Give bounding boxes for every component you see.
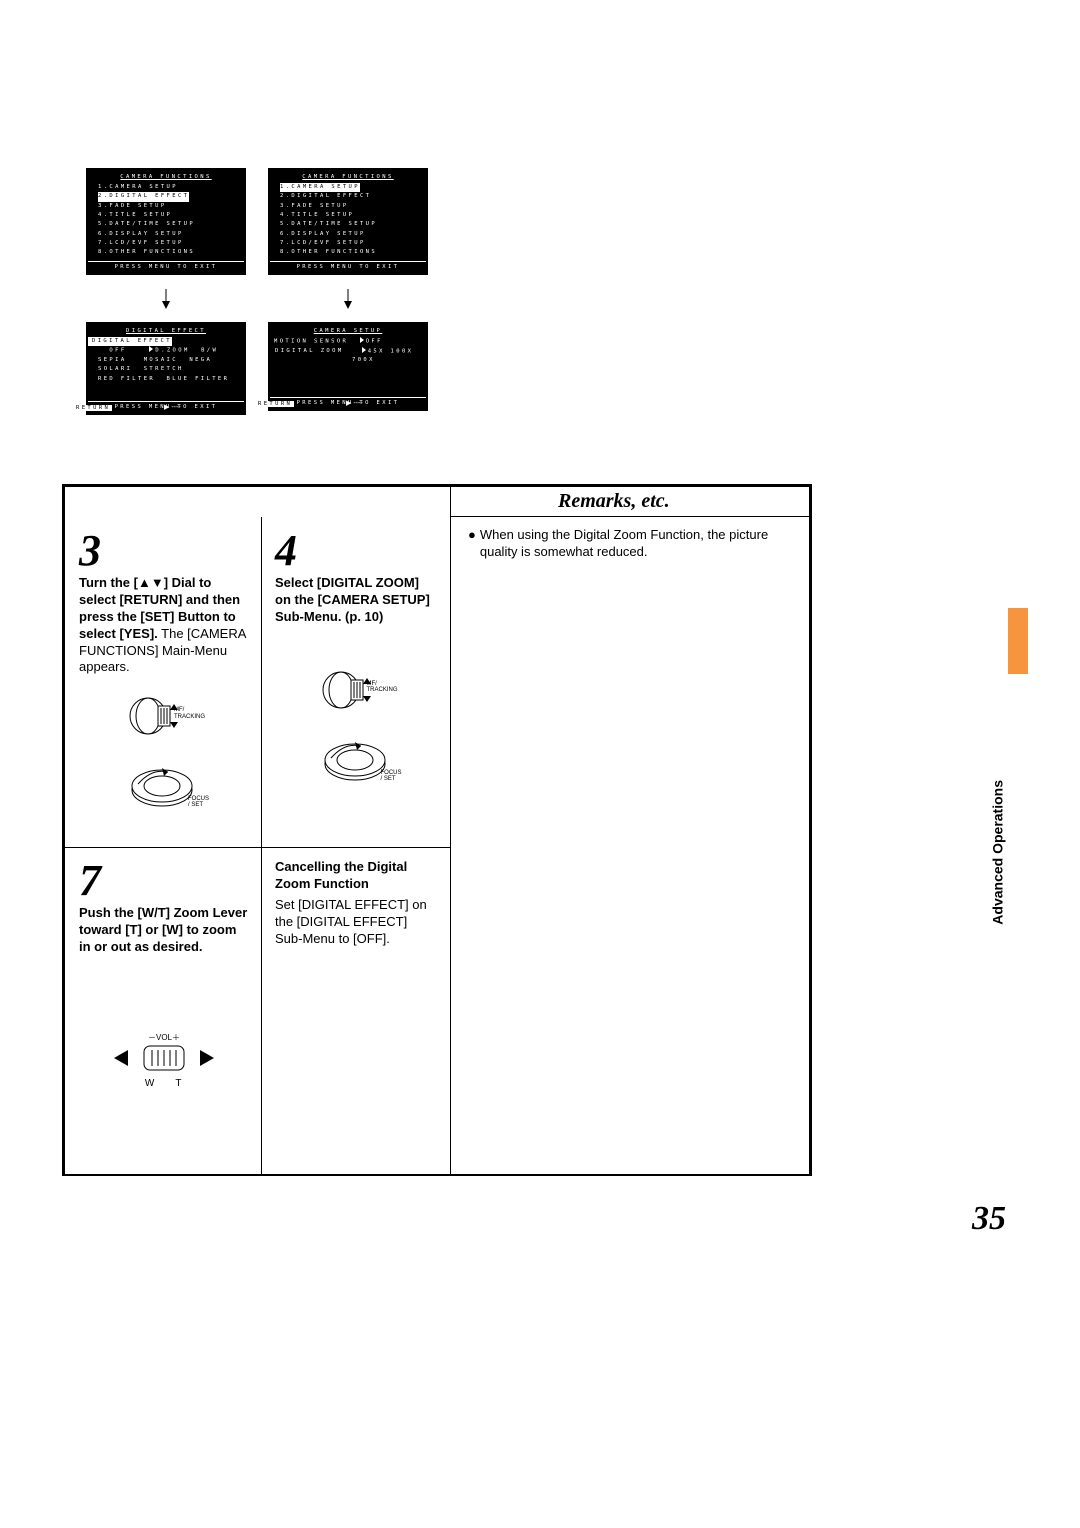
- step-number: 4: [275, 529, 438, 573]
- step-text: Turn the [▲▼] Dial to select [RETURN] an…: [79, 575, 249, 676]
- menu-line: 5.DATE/TIME SETUP: [280, 220, 426, 229]
- remarks-title: Remarks, etc.: [558, 490, 670, 513]
- cancel-body: Set [DIGITAL EFFECT] on the [DIGITAL EFF…: [275, 897, 438, 948]
- screen-left-bottom-wrap: DIGITAL EFFECT DIGITAL EFFECT OFF D.ZOOM…: [86, 322, 246, 415]
- remarks-header: Remarks, etc.: [450, 487, 809, 517]
- control-illustration: MF/TRACKING FOCUS / SET: [275, 670, 438, 784]
- dial-label: MF/TRACKING: [367, 681, 398, 694]
- menu-line: SEPIA MOSAIC NEGA: [92, 356, 244, 365]
- screen-right-top: CAMERA FUNCTIONS 1.CAMERA SETUP 2.DIGITA…: [268, 168, 428, 275]
- return-label: RETURN: [74, 405, 112, 411]
- screen-lines: MOTION SENSOR OFF DIGITAL ZOOM 45X 100X …: [270, 337, 426, 366]
- menu-line: RED FILTER BLUE FILTER: [92, 375, 244, 384]
- step-3: 3 Turn the [▲▼] Dial to select [RETURN] …: [65, 517, 261, 810]
- step-text: Push the [W/T] Zoom Lever toward [T] or …: [79, 905, 249, 956]
- step-4: 4 Select [DIGITAL ZOOM] on the [CAMERA S…: [261, 517, 450, 784]
- menu-line: 6.DISPLAY SETUP: [98, 230, 244, 239]
- screen-footer: PRESS MENU TO EXIT: [270, 261, 426, 270]
- menu-line: 7.LCD/EVF SETUP: [98, 239, 244, 248]
- wt-labels: W T: [114, 1078, 214, 1089]
- menu-line: DIGITAL ZOOM 45X 100X: [274, 347, 426, 357]
- chevron-right-icon: ▶ ----: [164, 403, 181, 411]
- dial-icon: MF/TRACKING: [321, 670, 393, 710]
- screen-title: CAMERA FUNCTIONS: [270, 174, 426, 180]
- screen-col-right: CAMERA FUNCTIONS 1.CAMERA SETUP 2.DIGITA…: [268, 168, 428, 411]
- page-number: 35: [972, 1200, 1006, 1238]
- menu-line: 2.DIGITAL EFFECT: [280, 192, 426, 201]
- control-illustration: MF/TRACKING FOCUS / SET: [79, 696, 249, 810]
- divider: [450, 487, 451, 1176]
- cancel-zoom: Cancelling the Digital Zoom Function Set…: [261, 847, 450, 947]
- down-arrow-icon: [86, 275, 246, 322]
- screen-col-left: CAMERA FUNCTIONS 1.CAMERA SETUP 2.DIGITA…: [86, 168, 246, 415]
- menu-line: 1.CAMERA SETUP: [280, 183, 360, 192]
- screen-lines: 1.CAMERA SETUP 2.DIGITAL EFFECT 3.FADE S…: [88, 183, 244, 258]
- screen-left-top: CAMERA FUNCTIONS 1.CAMERA SETUP 2.DIGITA…: [86, 168, 246, 275]
- step-number: 3: [79, 529, 249, 573]
- remarks-body: ●When using the Digital Zoom Function, t…: [460, 527, 799, 561]
- step-number: 7: [79, 859, 249, 903]
- screen-lines: 1.CAMERA SETUP 2.DIGITAL EFFECT 3.FADE S…: [270, 183, 426, 258]
- menu-line: 5.DATE/TIME SETUP: [98, 220, 244, 229]
- screen-title: DIGITAL EFFECT: [88, 328, 244, 334]
- menu-line: 700X: [274, 356, 426, 365]
- section-tab: [1008, 608, 1028, 674]
- step-text: Select [DIGITAL ZOOM] on the [CAMERA SET…: [275, 575, 438, 626]
- down-arrow-icon: [268, 275, 428, 322]
- menu-line: 6.DISPLAY SETUP: [280, 230, 426, 239]
- menu-line: 3.FADE SETUP: [280, 202, 426, 211]
- menu-line: 7.LCD/EVF SETUP: [280, 239, 426, 248]
- screen-title: CAMERA SETUP: [270, 328, 426, 334]
- cancel-title: Cancelling the Digital Zoom Function: [275, 859, 438, 893]
- knob-label: FOCUS / SET: [381, 770, 402, 782]
- knob-label: FOCUS / SET: [188, 796, 209, 808]
- menu-line: 4.TITLE SETUP: [280, 211, 426, 220]
- menu-line: DIGITAL EFFECT: [88, 337, 172, 346]
- menu-line: 2.DIGITAL EFFECT: [98, 192, 189, 201]
- knob-icon: FOCUS / SET: [128, 762, 200, 810]
- menu-line: 4.TITLE SETUP: [98, 211, 244, 220]
- knob-icon: FOCUS / SET: [321, 736, 393, 784]
- menu-line: SOLARI STRETCH: [92, 365, 244, 374]
- screen-footer: PRESS MENU TO EXIT: [88, 261, 244, 270]
- menu-line: 1.CAMERA SETUP: [98, 183, 244, 192]
- menu-line: 3.FADE SETUP: [98, 202, 244, 211]
- zoom-lever-icon: －VOL＋ W T: [114, 1034, 214, 1090]
- side-label: Advanced Operations: [990, 780, 1006, 925]
- screen-right-bottom: CAMERA SETUP MOTION SENSOR OFF DIGITAL Z…: [268, 322, 428, 411]
- menu-line: OFF D.ZOOM B/W: [92, 346, 244, 356]
- menu-line: 8.OTHER FUNCTIONS: [98, 248, 244, 257]
- menu-line: 8.OTHER FUNCTIONS: [280, 248, 426, 257]
- chevron-right-icon: ▶ ----: [346, 399, 363, 407]
- screen-lines: DIGITAL EFFECT OFF D.ZOOM B/W SEPIA MOSA…: [88, 337, 244, 384]
- screen-right-bottom-wrap: CAMERA SETUP MOTION SENSOR OFF DIGITAL Z…: [268, 322, 428, 411]
- menu-line: MOTION SENSOR OFF: [274, 337, 426, 347]
- main-frame: Remarks, etc. ●When using the Digital Zo…: [62, 484, 812, 1176]
- dial-icon: MF/TRACKING: [128, 696, 200, 736]
- screen-left-bottom: DIGITAL EFFECT DIGITAL EFFECT OFF D.ZOOM…: [86, 322, 246, 415]
- screen-title: CAMERA FUNCTIONS: [88, 174, 244, 180]
- step-7: 7 Push the [W/T] Zoom Lever toward [T] o…: [65, 847, 261, 1090]
- dial-label: MF/TRACKING: [174, 707, 205, 720]
- return-label: RETURN: [256, 401, 294, 407]
